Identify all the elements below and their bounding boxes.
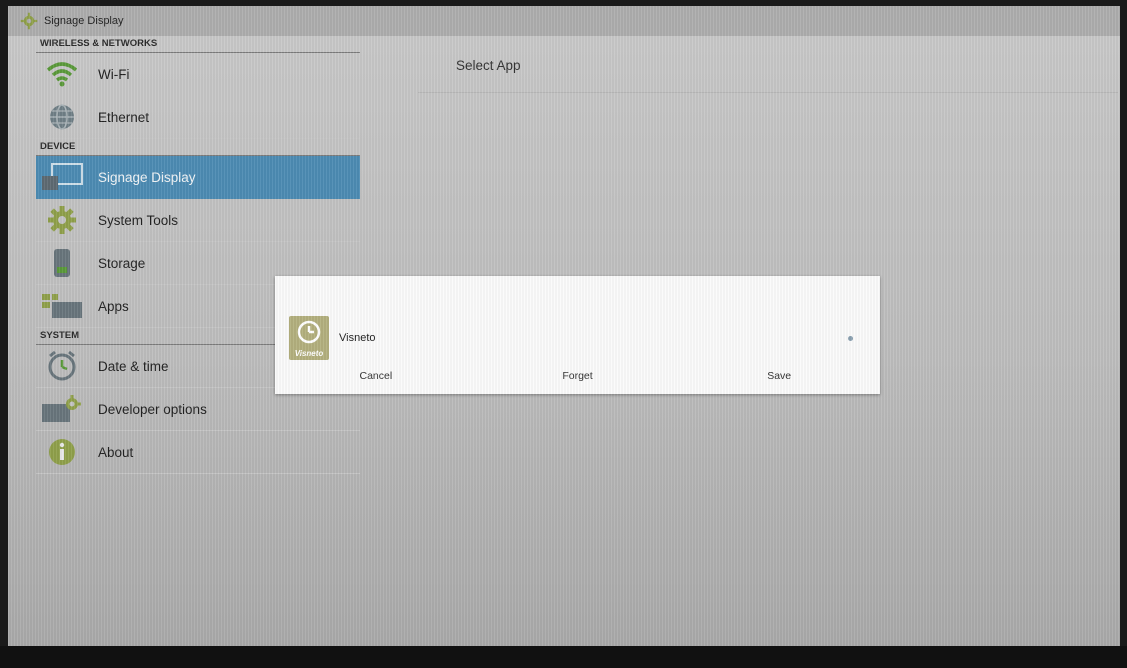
- radio-button[interactable]: [848, 336, 853, 341]
- page-title: Select App: [456, 58, 521, 73]
- gear-icon: [20, 12, 38, 30]
- sidebar-item-label: Apps: [98, 298, 129, 314]
- sidebar-item-signage-display[interactable]: Signage Display: [36, 156, 360, 199]
- title-bar: Signage Display: [8, 6, 1120, 36]
- sidebar-item-label: Storage: [98, 255, 146, 271]
- globe-icon: [40, 100, 84, 134]
- clock-icon: [40, 349, 84, 383]
- clock-app-icon: Visneto: [289, 316, 329, 360]
- sidebar-item-ethernet[interactable]: Ethernet: [36, 96, 360, 139]
- sidebar-item-label: System Tools: [98, 212, 179, 228]
- divider: [418, 92, 1118, 93]
- section-device: DEVICE: [36, 139, 360, 156]
- wifi-icon: [40, 57, 84, 91]
- sidebar-item-about[interactable]: About: [36, 431, 360, 474]
- app-list-item[interactable]: Visneto Visneto: [289, 316, 869, 360]
- screen: Signage Display WIRELESS & NETWORKS Wi-F…: [8, 6, 1120, 652]
- sidebar-item-label: Developer options: [98, 401, 207, 417]
- sidebar-item-wifi[interactable]: Wi-Fi: [36, 53, 360, 96]
- app-name: Visneto: [339, 332, 376, 344]
- cancel-button[interactable]: Cancel: [275, 370, 477, 390]
- section-wireless-networks: WIRELESS & NETWORKS: [36, 36, 360, 53]
- window-title: Signage Display: [44, 15, 124, 27]
- dialog-buttons: Cancel Forget Save: [275, 370, 880, 390]
- storage-icon: [40, 246, 84, 280]
- monitor-bezel: [0, 646, 1127, 668]
- display-icon: [40, 160, 84, 194]
- developer-icon: [40, 392, 84, 426]
- sidebar-item-label: About: [98, 444, 134, 460]
- app-brand-text: Visneto: [294, 349, 324, 358]
- apps-icon: [40, 289, 84, 323]
- sidebar-item-label: Wi-Fi: [98, 66, 130, 82]
- select-app-dialog: Visneto Visneto Cancel Forget Save: [275, 276, 880, 394]
- sidebar-item-developer-options[interactable]: Developer options: [36, 388, 360, 431]
- gear-icon: [40, 203, 84, 237]
- sidebar-item-label: Ethernet: [98, 109, 150, 125]
- sidebar-item-label: Signage Display: [98, 169, 196, 185]
- sidebar-item-system-tools[interactable]: System Tools: [36, 199, 360, 242]
- sidebar-item-label: Date & time: [98, 358, 169, 374]
- save-button[interactable]: Save: [678, 370, 880, 390]
- forget-button[interactable]: Forget: [477, 370, 679, 390]
- info-icon: [40, 435, 84, 469]
- sidebar: WIRELESS & NETWORKS Wi-Fi Ethernet DEVIC…: [36, 36, 360, 474]
